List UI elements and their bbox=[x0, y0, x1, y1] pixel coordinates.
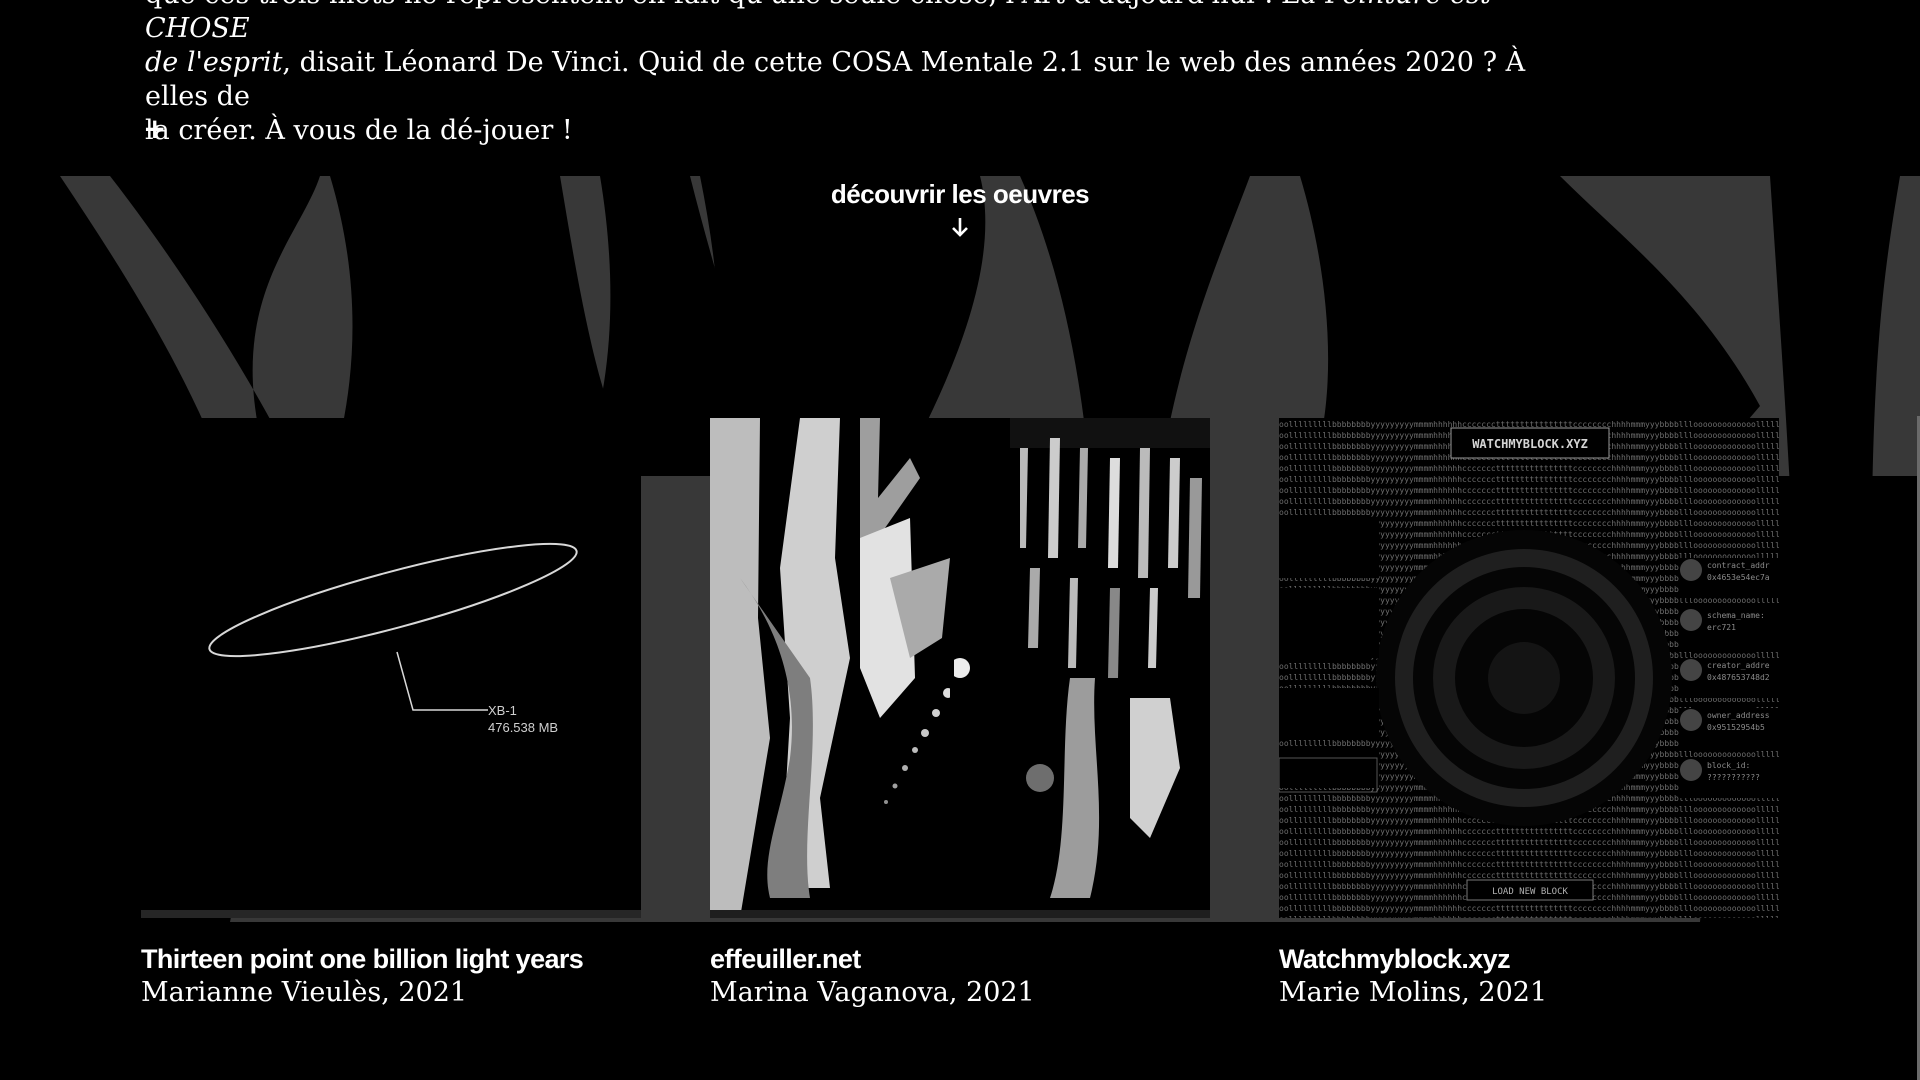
svg-text:0x487653748d2: 0x487653748d2 bbox=[1707, 673, 1770, 682]
svg-text:schema_name:: schema_name: bbox=[1707, 611, 1765, 620]
work-card-3: oolllllllllbbbbbbbbyyyyyyyyymmmmhhhhhhcc… bbox=[1279, 418, 1779, 1010]
svg-text:block_id:: block_id: bbox=[1707, 761, 1750, 770]
expand-toggle-button[interactable]: + bbox=[143, 114, 166, 144]
svg-text:0x95152954b5: 0x95152954b5 bbox=[1707, 723, 1765, 732]
intro-line3: la créer. À vous de la dé-jouer ! bbox=[145, 115, 573, 146]
intro-line1: que ces trois mots ne représentent en fa… bbox=[145, 0, 1283, 10]
thumb-load-button-label: LOAD NEW BLOCK bbox=[1492, 887, 1568, 897]
work-title[interactable]: Thirteen point one billion light years bbox=[141, 942, 641, 976]
page: que ces trois mots ne représentent en fa… bbox=[0, 0, 1920, 1080]
thumb-tag-label: XB-1 bbox=[488, 703, 517, 718]
thumb-header: WATCHMYBLOCK.XYZ bbox=[1472, 437, 1588, 451]
svg-text:contract_addr: contract_addr bbox=[1707, 561, 1770, 570]
svg-text:???????????: ??????????? bbox=[1707, 773, 1760, 782]
work-author-year: Marianne Vieulès, 2021 bbox=[141, 977, 468, 1008]
work-title[interactable]: Watchmyblock.xyz bbox=[1279, 942, 1779, 976]
intro-quote-b: de l'esprit bbox=[145, 47, 283, 78]
work-thumbnail-orbit[interactable]: XB-1 476.538 MB bbox=[141, 418, 641, 918]
work-title[interactable]: effeuiller.net bbox=[710, 942, 1210, 976]
intro-paragraph: que ces trois mots ne représentent en fa… bbox=[145, 0, 1565, 148]
svg-text:owner_address: owner_address bbox=[1707, 711, 1770, 720]
work-thumbnail-forest[interactable] bbox=[710, 418, 1210, 918]
work-author-year: Marie Molins, 2021 bbox=[1279, 977, 1548, 1008]
thumb-info-panel: contract_addr 0x4653e54ec7a schema_name:… bbox=[1679, 558, 1779, 798]
thumb-size-label: 476.538 MB bbox=[488, 720, 558, 735]
discover-label: découvrir les oeuvres bbox=[830, 179, 1090, 209]
svg-text:0x4653e54ec7a: 0x4653e54ec7a bbox=[1707, 573, 1770, 582]
svg-text:erc721: erc721 bbox=[1707, 623, 1736, 632]
work-card-2: effeuiller.net Marina Vaganova, 2021 bbox=[710, 418, 1210, 1010]
intro-line2: , disait Léonard De Vinci. Quid de cette… bbox=[145, 47, 1526, 112]
work-card-1: XB-1 476.538 MB Thirteen point one billi… bbox=[141, 418, 641, 1010]
arrow-down-icon bbox=[952, 218, 968, 237]
work-thumbnail-watchmyblock[interactable]: oolllllllllbbbbbbbbyyyyyyyyymmmmhhhhhhcc… bbox=[1279, 418, 1779, 918]
svg-text:creator_addre: creator_addre bbox=[1707, 661, 1770, 670]
discover-works-link[interactable]: découvrir les oeuvres bbox=[760, 176, 1160, 238]
work-author-year: Marina Vaganova, 2021 bbox=[710, 977, 1035, 1008]
